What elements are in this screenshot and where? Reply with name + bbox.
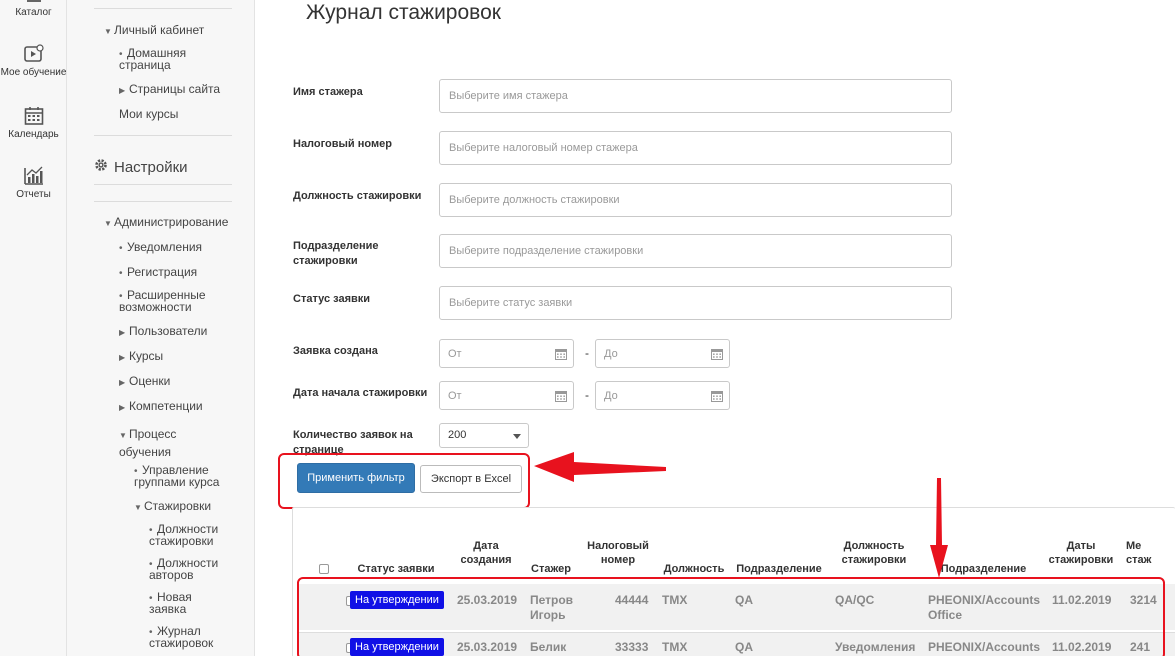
sidebar-item-my-courses[interactable]: Мои курсы [119, 108, 178, 120]
triangle-down-icon: ▼ [104, 219, 112, 228]
rail-label: Мое обучение [0, 67, 67, 78]
sidebar-item-author-positions[interactable]: • Должности авторов [149, 557, 229, 581]
annotation-arrows [534, 452, 948, 578]
sidebar-item-admin[interactable]: ▼ Администрирование [104, 216, 228, 229]
triangle-down-icon: ▼ [119, 431, 127, 440]
gear-icon [94, 158, 114, 176]
sidebar-item-group-mgmt[interactable]: • Управление группами курса [134, 464, 229, 488]
rail-label: Каталог [15, 7, 52, 18]
rail-item-my-learning[interactable]: Мое обучение [0, 44, 67, 78]
triangle-down-icon: ▼ [104, 27, 112, 36]
sidebar-menu: ▼ Личный кабинет • Домашняя страница ▶ Стра… [67, 0, 255, 656]
sidebar-item-registration[interactable]: • Регистрация [119, 266, 197, 279]
divider [94, 8, 232, 9]
sidebar-item-advanced[interactable]: • Расширенные возможности [119, 289, 214, 313]
rail-label: Отчеты [16, 189, 51, 200]
sidebar-item-competencies[interactable]: ▶ Компетенции [119, 400, 203, 413]
sidebar-item-users[interactable]: ▶ Пользователи [119, 325, 207, 338]
sidebar-item-new-request[interactable]: • Новая заявка [149, 591, 209, 615]
sidebar-item-journal[interactable]: • Журнал стажировок [149, 625, 229, 649]
triangle-right-icon: ▶ [119, 403, 126, 412]
rail-item-reports[interactable]: Отчеты [0, 166, 67, 200]
divider [94, 135, 232, 136]
sidebar-item-process[interactable]: ▼ Процесс обучения [119, 426, 199, 460]
sidebar-item-home[interactable]: • Домашняя страница [119, 47, 209, 71]
triangle-right-icon: ▶ [119, 378, 126, 387]
app-window: Каталог Мое обучение Календарь Отчеты ▼ Л… [0, 0, 1175, 656]
sidebar-item-notifications[interactable]: • Уведомления [119, 241, 202, 254]
bullet-icon: • [119, 243, 123, 254]
arrow-left-annotation [534, 452, 666, 482]
rail-label: Календарь [8, 129, 59, 140]
catalog-icon [0, 0, 67, 4]
divider [94, 201, 232, 202]
triangle-down-icon: ▼ [134, 503, 142, 512]
sidebar-item-personal[interactable]: ▼ Личный кабинет [104, 24, 204, 37]
sidebar-item-site-pages[interactable]: ▶ Страницы сайта [119, 83, 220, 96]
sidebar-item-grades[interactable]: ▶ Оценки [119, 375, 170, 388]
rail-item-catalog[interactable]: Каталог [0, 0, 67, 18]
main-content: Журнал стажировок Имя стажера Налоговый … [256, 0, 1175, 656]
rail-item-calendar[interactable]: Календарь [0, 106, 67, 140]
play-book-icon [0, 44, 67, 64]
sidebar-item-courses[interactable]: ▶ Курсы [119, 350, 163, 363]
arrow-down-annotation [930, 478, 948, 578]
calendar-icon [0, 106, 67, 126]
sidebar-section-settings[interactable]: Настройки [94, 158, 188, 176]
triangle-right-icon: ▶ [119, 86, 126, 95]
icon-rail: Каталог Мое обучение Календарь Отчеты [0, 0, 67, 656]
triangle-right-icon: ▶ [119, 328, 126, 337]
sidebar-item-intern-positions[interactable]: • Должности стажировки [149, 523, 229, 547]
sidebar-item-internships[interactable]: ▼ Стажировки [134, 500, 211, 513]
chart-icon [0, 166, 67, 186]
triangle-right-icon: ▶ [119, 353, 126, 362]
divider [94, 184, 232, 185]
bullet-icon: • [119, 268, 123, 279]
